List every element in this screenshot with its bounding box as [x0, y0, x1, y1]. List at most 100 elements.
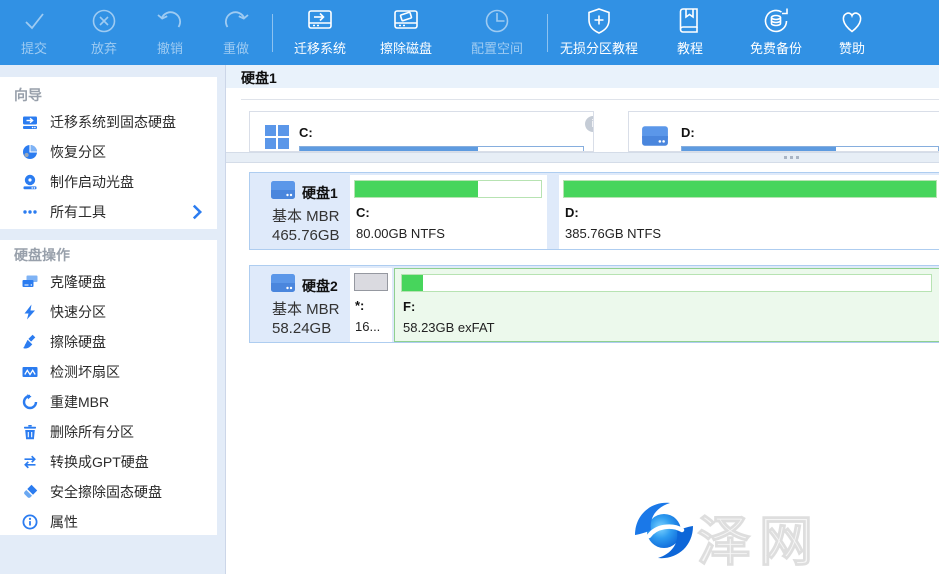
toolbar-label: 配置空间 — [471, 38, 523, 57]
commit-button[interactable]: 提交 — [4, 6, 64, 62]
sidebar-item-label: 重建MBR — [50, 392, 109, 412]
tutorial-button[interactable]: 教程 — [660, 6, 720, 62]
toolbar-label: 赞助 — [839, 38, 865, 57]
sidebar-item-quick-partition[interactable]: 快速分区 — [0, 297, 217, 327]
sidebar-item-convert-to-gpt[interactable]: 转换成GPT硬盘 — [0, 447, 217, 477]
sidebar-item-secure-erase-ssd[interactable]: 安全擦除固态硬盘 — [0, 477, 217, 507]
redo-icon — [221, 6, 251, 36]
sidebar-item-wipe-disk[interactable]: 擦除硬盘 — [0, 327, 217, 357]
partition-label: *: — [355, 298, 364, 313]
info-icon[interactable]: i — [585, 116, 594, 132]
sponsor-button[interactable]: 赞助 — [822, 6, 882, 62]
toolbar-label: 放弃 — [91, 38, 117, 57]
usage-fill — [564, 181, 936, 197]
partition-label: D: — [565, 205, 579, 220]
lossless-tutorial-button[interactable]: 无损分区教程 — [549, 6, 649, 62]
toolbar-label: 无损分区教程 — [560, 38, 638, 57]
brush-icon — [22, 334, 38, 350]
partition-usage-bar — [354, 180, 542, 198]
sidebar: 向导 迁移系统到固态硬盘 恢复分区 制作启动光盘 所有工具 硬盘操作 — [0, 65, 225, 574]
sidebar-item-make-bootable-media[interactable]: 制作启动光盘 — [0, 167, 217, 197]
sidebar-section-wizard: 向导 迁移系统到固态硬盘 恢复分区 制作启动光盘 所有工具 — [0, 77, 217, 229]
bootable-media-icon — [22, 174, 38, 190]
overview-volume-d[interactable]: D: — [628, 111, 939, 152]
tab-disk1[interactable]: 硬盘1 — [241, 68, 277, 88]
rebuild-refresh-icon — [22, 394, 38, 410]
erase-disk-icon — [391, 6, 421, 36]
disk-size: 58.24GB — [272, 320, 331, 337]
erase-disk-button[interactable]: 擦除磁盘 — [366, 6, 446, 62]
free-backup-button[interactable]: 免费备份 — [736, 6, 816, 62]
sidebar-item-check-bad-sectors[interactable]: 检测坏扇区 — [0, 357, 217, 387]
usage-fill — [355, 274, 387, 290]
sidebar-item-label: 检测坏扇区 — [50, 362, 120, 382]
bad-sector-wave-icon — [22, 364, 38, 380]
toolbar-divider — [272, 14, 273, 52]
migrate-system-button[interactable]: 迁移系统 — [280, 6, 360, 62]
sidebar-item-label: 属性 — [50, 512, 78, 532]
watermark-text: 泽网 — [697, 497, 821, 574]
partition-star[interactable]: *: 16... — [350, 268, 392, 342]
usage-fill — [355, 181, 478, 197]
sidebar-item-label: 所有工具 — [50, 202, 106, 222]
undo-button[interactable]: 撤销 — [140, 6, 200, 62]
shield-plus-icon — [584, 6, 614, 36]
main-area: 硬盘1 C: i D: 硬盘1 基本 MBR 465.76GB — [225, 65, 939, 574]
sidebar-section-disk-operations: 硬盘操作 克隆硬盘 快速分区 擦除硬盘 检测坏扇区 重建MBR — [0, 240, 217, 535]
undo-icon — [155, 6, 185, 36]
divider-line — [241, 99, 939, 100]
partition-d[interactable]: D: 385.76GB NTFS — [559, 175, 939, 249]
disk-type: 基本 MBR — [272, 298, 340, 319]
sidebar-item-clone-disk[interactable]: 克隆硬盘 — [0, 267, 217, 297]
sidebar-item-label: 擦除硬盘 — [50, 332, 106, 352]
sidebar-item-properties[interactable]: 属性 — [0, 507, 217, 537]
all-tools-icon — [22, 204, 38, 220]
partition-info: 385.76GB NTFS — [565, 226, 661, 241]
backup-sync-icon — [761, 6, 791, 36]
sidebar-item-label: 恢复分区 — [50, 142, 106, 162]
sidebar-item-rebuild-mbr[interactable]: 重建MBR — [0, 387, 217, 417]
disk-row-2[interactable]: 硬盘2 基本 MBR 58.24GB *: 16... F: 58.23GB e… — [249, 265, 939, 343]
disk-row-1[interactable]: 硬盘1 基本 MBR 465.76GB C: 80.00GB NTFS D: 3… — [249, 172, 939, 250]
splitter-handle-icon — [784, 156, 799, 159]
partition-usage-bar — [563, 180, 937, 198]
pane-splitter[interactable] — [226, 152, 939, 163]
drive-icon — [641, 124, 669, 148]
sidebar-item-delete-all-partitions[interactable]: 删除所有分区 — [0, 417, 217, 447]
hard-disk-icon — [270, 180, 296, 200]
partition-f-selected[interactable]: F: 58.23GB exFAT — [394, 268, 939, 342]
watermark: 泽网 — [629, 495, 929, 570]
toolbar-label: 迁移系统 — [294, 38, 346, 57]
toolbar-label: 擦除磁盘 — [380, 38, 432, 57]
sidebar-item-recover-partition[interactable]: 恢复分区 — [0, 137, 217, 167]
toolbar-label: 免费备份 — [750, 38, 802, 57]
heart-icon — [837, 6, 867, 36]
allocate-space-button[interactable]: 配置空间 — [457, 6, 537, 62]
windows-logo-icon — [265, 125, 289, 149]
partition-info: 80.00GB NTFS — [356, 226, 445, 241]
redo-button[interactable]: 重做 — [206, 6, 266, 62]
hard-disk-icon — [270, 273, 296, 293]
sidebar-item-label: 快速分区 — [50, 302, 106, 322]
discard-button[interactable]: 放弃 — [74, 6, 134, 62]
cancel-circle-icon — [89, 6, 119, 36]
watermark-logo-icon — [629, 495, 699, 565]
clone-disk-icon — [22, 274, 38, 290]
sidebar-item-all-tools[interactable]: 所有工具 — [0, 197, 217, 227]
migrate-system-icon — [305, 6, 335, 36]
sidebar-item-migrate-os-to-ssd[interactable]: 迁移系统到固态硬盘 — [0, 107, 217, 137]
partition-info: 58.23GB exFAT — [403, 320, 495, 335]
disk-info: 硬盘2 基本 MBR 58.24GB — [250, 266, 349, 342]
eraser-icon — [22, 484, 38, 500]
trash-icon — [22, 424, 38, 440]
overview-volume-c[interactable]: C: i — [249, 111, 594, 152]
sidebar-item-label: 制作启动光盘 — [50, 172, 134, 192]
partition-label: F: — [403, 299, 415, 314]
partition-c[interactable]: C: 80.00GB NTFS — [350, 175, 547, 249]
check-icon — [19, 6, 49, 36]
disk-size: 465.76GB — [272, 227, 340, 244]
sidebar-item-label: 克隆硬盘 — [50, 272, 106, 292]
convert-swap-icon — [22, 454, 38, 470]
disk-info: 硬盘1 基本 MBR 465.76GB — [250, 173, 349, 249]
disk-tabstrip: 硬盘1 — [226, 65, 939, 88]
